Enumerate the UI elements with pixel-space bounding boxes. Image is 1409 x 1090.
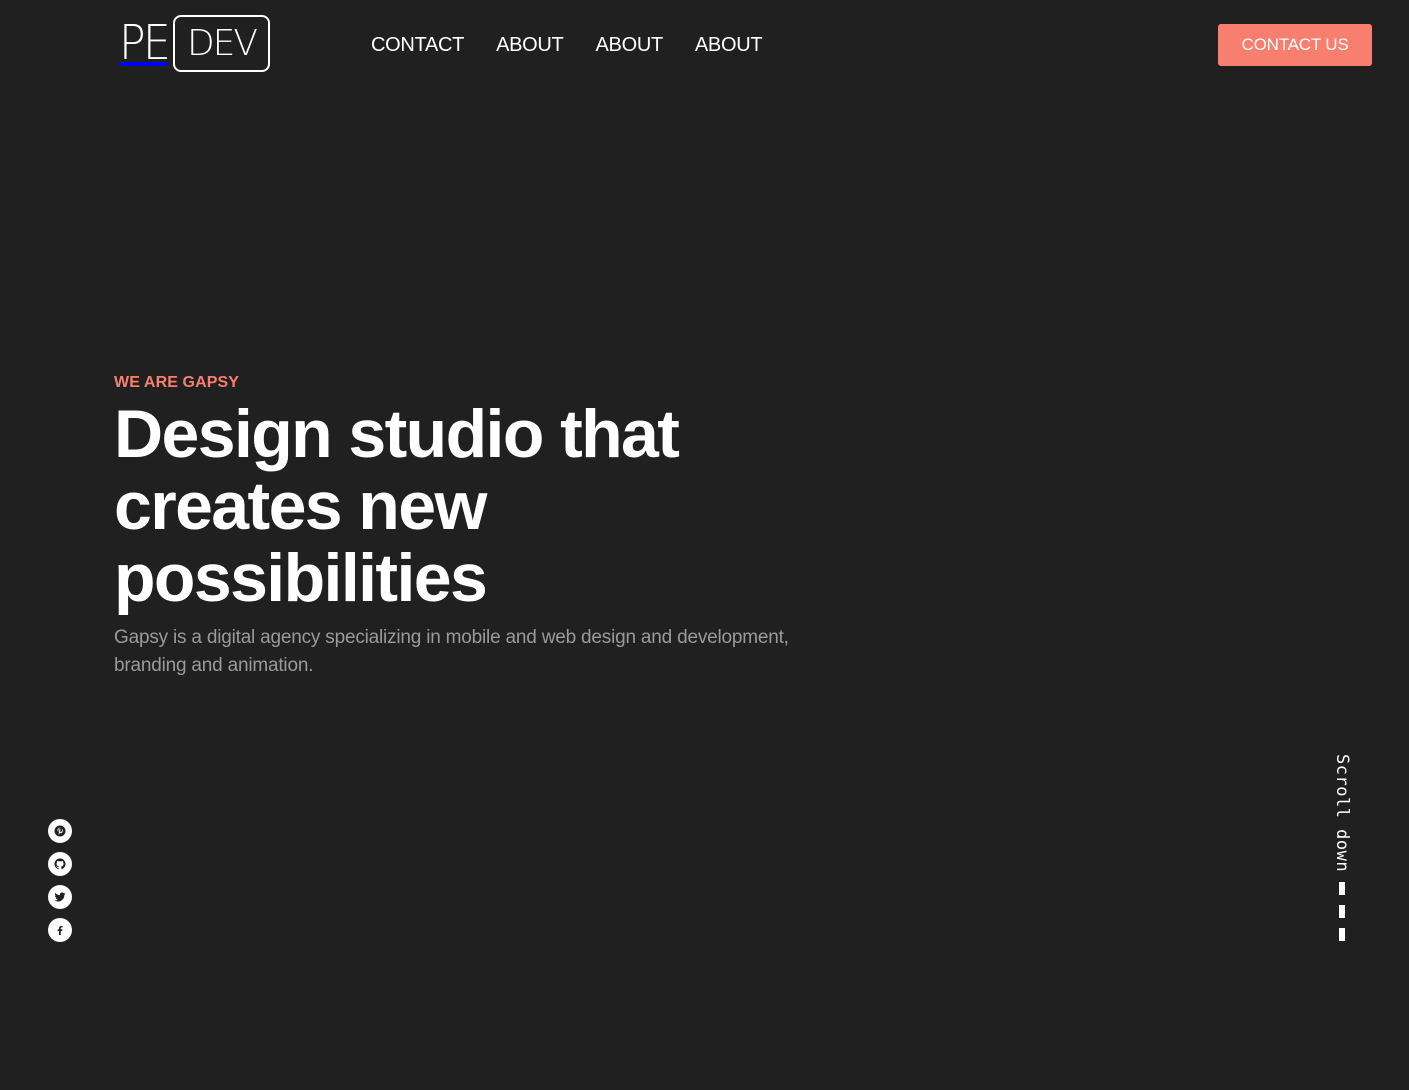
scroll-down-label: Scroll down xyxy=(1332,754,1352,873)
social-links xyxy=(48,819,72,942)
hero-eyebrow: WE ARE GAPSY xyxy=(114,374,240,391)
contact-us-button[interactable]: CONTACT US xyxy=(1218,24,1372,66)
nav-item-contact[interactable]: CONTACT xyxy=(371,33,464,57)
nav-item-about[interactable]: ABOUT xyxy=(496,33,564,57)
nav-item-about[interactable]: ABOUT xyxy=(595,33,663,57)
scroll-bar xyxy=(1339,905,1345,919)
hero-title: Design studio that creates new possibili… xyxy=(114,396,680,616)
scroll-progress-bars xyxy=(1339,882,1345,942)
main-nav: CONTACT ABOUT ABOUT ABOUT xyxy=(371,33,763,57)
scroll-bar xyxy=(1339,928,1345,942)
hero-description: Gapsy is a digital agency specializing i… xyxy=(114,627,789,676)
nav-item-about[interactable]: ABOUT xyxy=(695,33,763,57)
scroll-bar xyxy=(1339,882,1345,896)
logo-dev-box: DEV xyxy=(173,15,270,72)
twitter-icon[interactable] xyxy=(48,885,72,909)
scroll-down-indicator[interactable]: Scroll down xyxy=(1330,754,1354,942)
pinterest-icon[interactable] xyxy=(48,819,72,843)
github-icon[interactable] xyxy=(48,852,72,876)
logo-pe-text: PE xyxy=(119,15,171,71)
facebook-icon[interactable] xyxy=(48,918,72,942)
logo[interactable]: PE DEV xyxy=(119,15,270,72)
